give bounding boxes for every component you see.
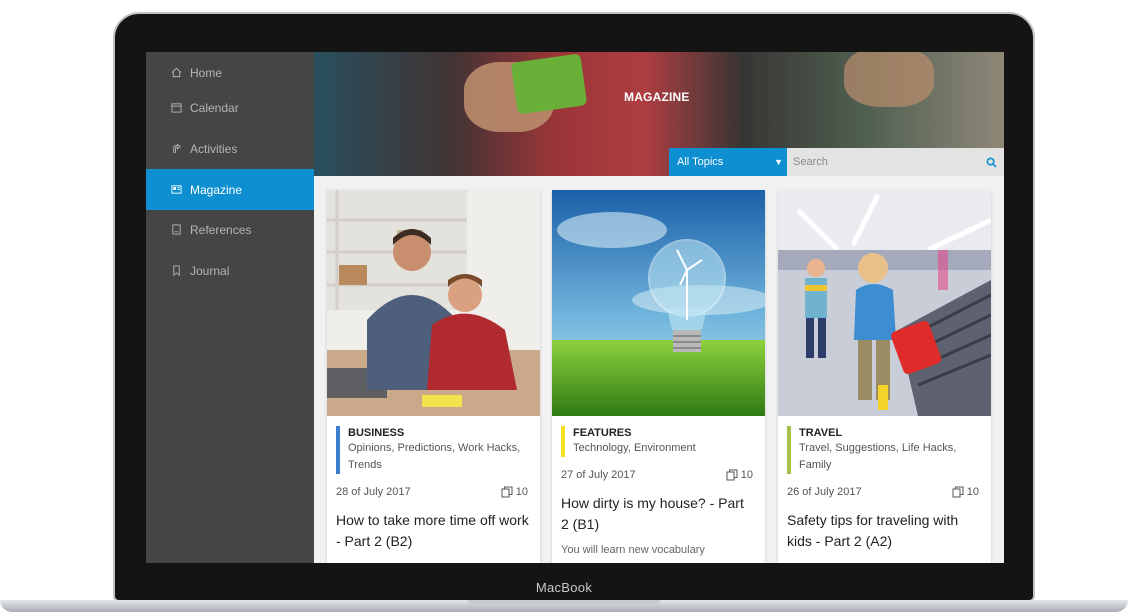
article-date: 28 of July 2017 (336, 486, 411, 498)
activities-icon (171, 143, 182, 154)
article-description: You will learn new vocabulary (561, 544, 705, 556)
magazine-hero-banner: MAGAZINE All Topics ▼ (314, 52, 1004, 176)
sidebar-item-label: Calendar (190, 100, 239, 115)
sidebar-item-label: References (190, 222, 252, 237)
category-tags: Opinions, Predictions, Work Hacks, Trend… (348, 442, 521, 471)
category-name: BUSINESS (348, 427, 405, 439)
search-icon (986, 157, 996, 167)
copies-icon (952, 486, 964, 498)
article-title[interactable]: How dirty is my house? - Part 2 (B1) (561, 493, 755, 535)
article-title[interactable]: Safety tips for traveling with kids - Pa… (787, 510, 981, 552)
sidebar-item-label: Magazine (190, 182, 243, 197)
article-count: 10 (952, 486, 979, 498)
topics-dropdown[interactable]: All Topics ▼ (669, 148, 787, 176)
article-image (778, 190, 991, 416)
search-input[interactable] (787, 148, 977, 176)
page-title: MAGAZINE (624, 90, 690, 104)
category-name: FEATURES (573, 427, 632, 439)
article-card-features[interactable]: FEATURES Technology, Environment 27 of J… (552, 190, 765, 563)
article-count: 10 (726, 469, 753, 481)
sidebar-item-label: Home (190, 65, 223, 80)
copies-icon (501, 486, 513, 498)
magazine-icon (171, 184, 182, 195)
references-icon (171, 224, 182, 235)
sidebar-item-label: Activities (190, 141, 238, 156)
article-count: 10 (501, 486, 528, 498)
article-meta: 27 of July 2017 10 (561, 469, 753, 481)
category-tags: Technology, Environment (573, 442, 696, 454)
article-meta: 28 of July 2017 10 (336, 486, 528, 498)
laptop-notch (468, 600, 660, 606)
article-title[interactable]: How to take more time off work - Part 2 … (336, 510, 530, 552)
home-icon (171, 67, 182, 78)
category-name: TRAVEL (799, 427, 843, 439)
topics-selected-value: All Topics (677, 156, 724, 168)
sidebar-item-calendar[interactable]: Calendar (146, 87, 314, 128)
sidebar-item-journal[interactable]: Journal (146, 250, 314, 291)
sidebar-item-label: Journal (190, 263, 230, 278)
article-card-travel[interactable]: TRAVEL Travel, Suggestions, Life Hacks, … (778, 190, 991, 563)
article-meta: 26 of July 2017 10 (787, 486, 979, 498)
article-category: BUSINESS Opinions, Predictions, Work Hac… (336, 426, 532, 474)
article-category: TRAVEL Travel, Suggestions, Life Hacks, … (787, 426, 983, 474)
bookmark-icon (171, 265, 182, 276)
search-button[interactable] (978, 148, 1004, 176)
device-brand-label: MacBook (535, 580, 593, 595)
category-tags: Travel, Suggestions, Life Hacks, Family (799, 442, 957, 471)
calendar-icon (171, 102, 182, 113)
caret-down-icon: ▼ (774, 157, 783, 167)
article-date: 26 of July 2017 (787, 486, 862, 498)
article-image (327, 190, 540, 416)
article-category: FEATURES Technology, Environment (561, 426, 757, 457)
article-date: 27 of July 2017 (561, 469, 636, 481)
sidebar-item-magazine[interactable]: Magazine (146, 169, 314, 210)
sidebar-item-references[interactable]: References (146, 209, 314, 250)
magazine-article-list: BUSINESS Opinions, Predictions, Work Hac… (314, 176, 1004, 563)
copies-icon (726, 469, 738, 481)
sidebar-item-activities[interactable]: Activities (146, 128, 314, 169)
article-card-business[interactable]: BUSINESS Opinions, Predictions, Work Hac… (327, 190, 540, 563)
search-bar (787, 148, 1004, 176)
article-image (552, 190, 765, 416)
sidebar: Home Calendar Activities Magazine Refere… (146, 52, 314, 563)
app-screen: Home Calendar Activities Magazine Refere… (146, 52, 1004, 563)
